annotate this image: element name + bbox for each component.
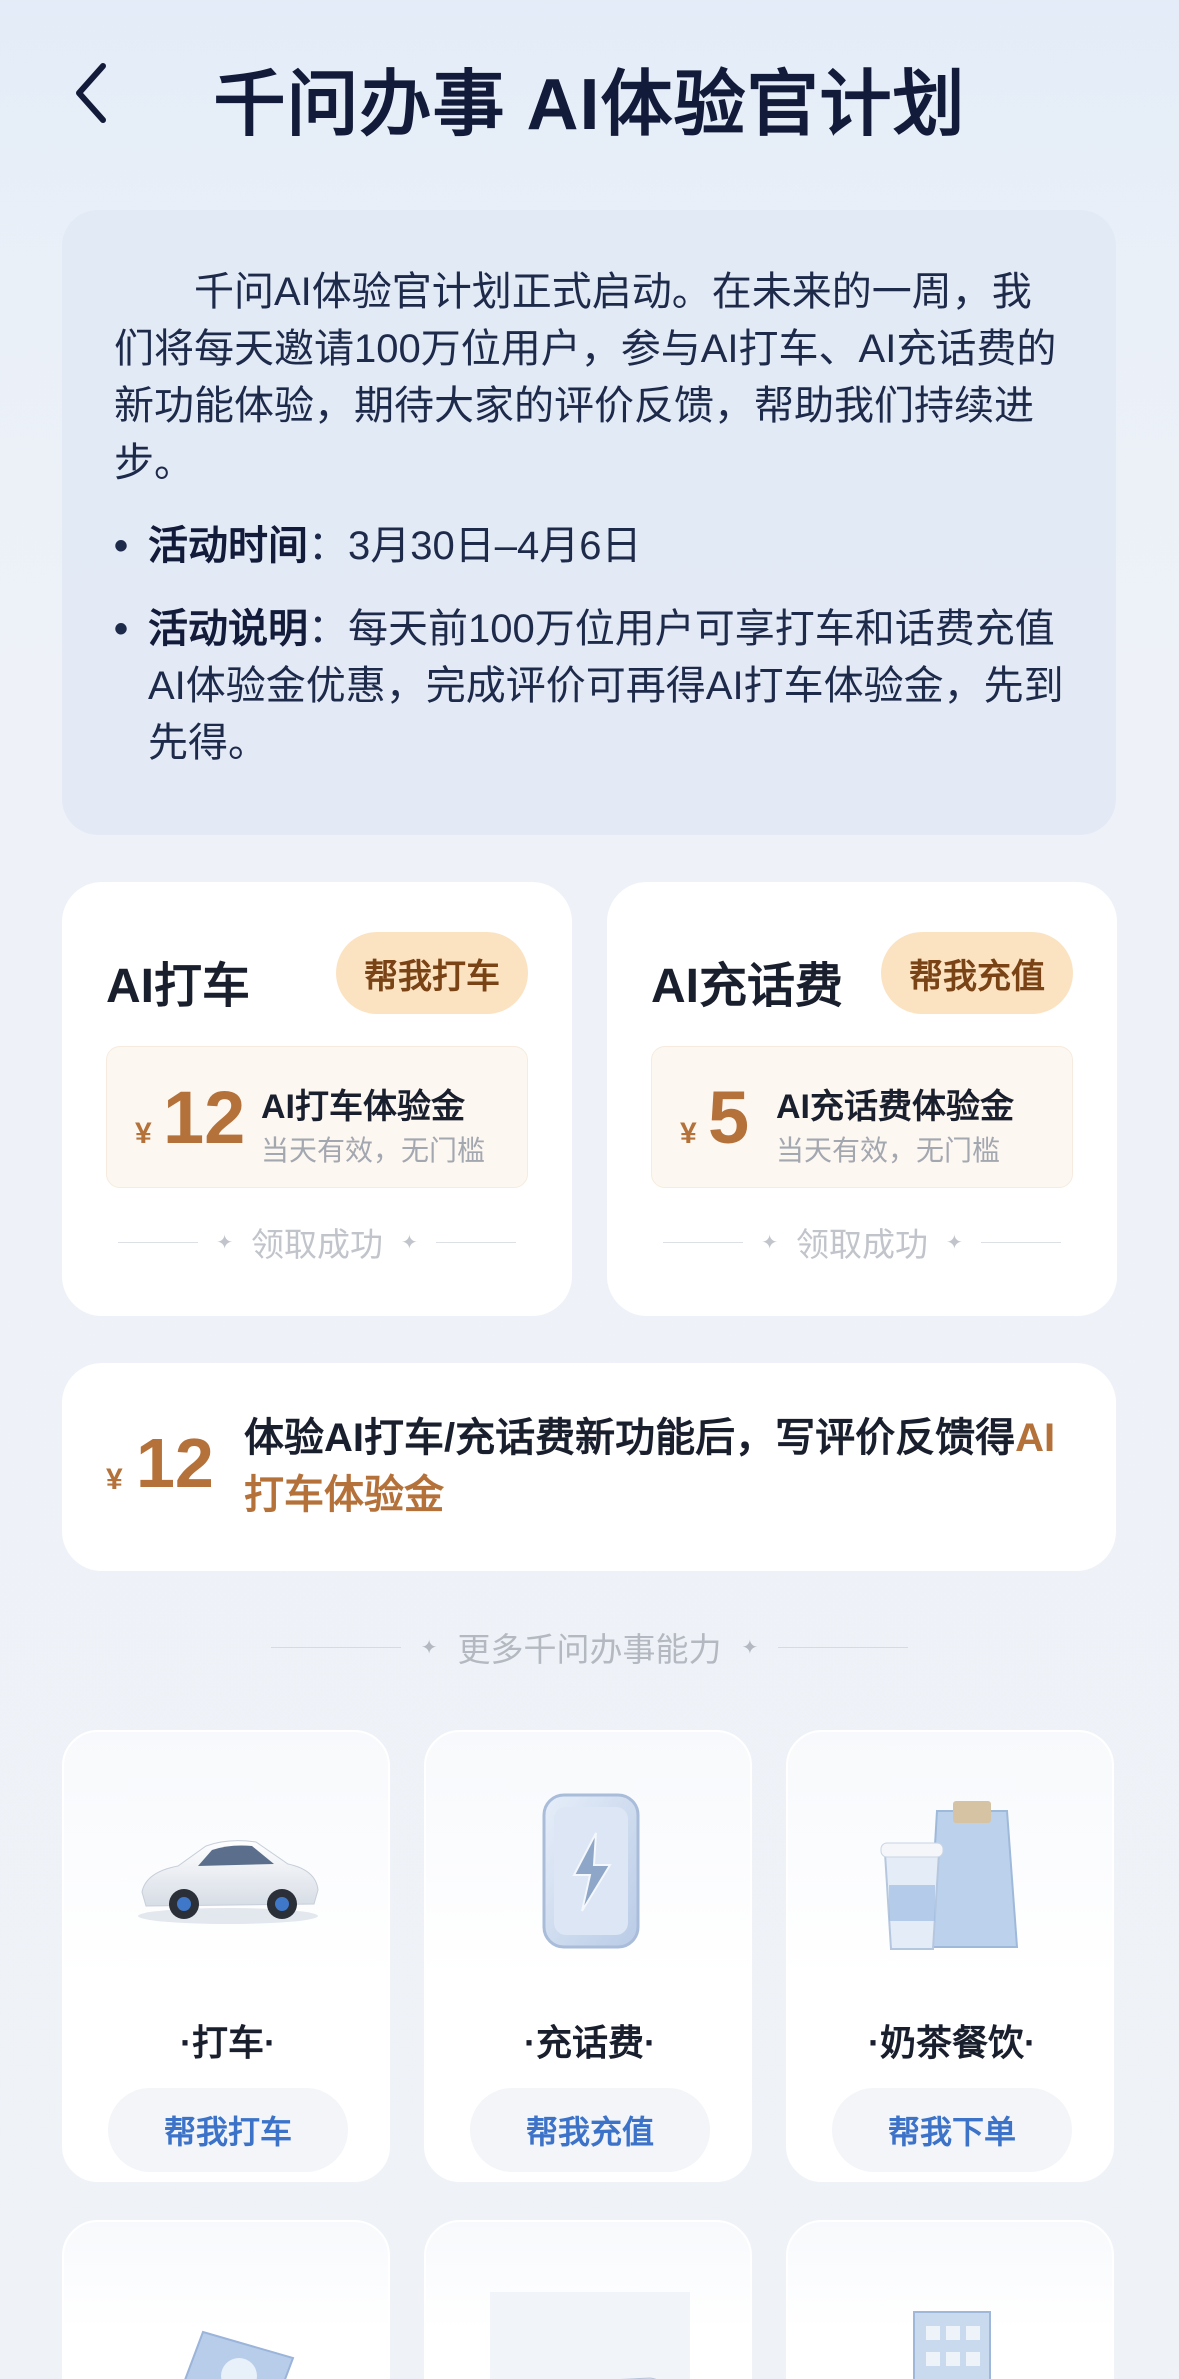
car-icon: [64, 1772, 392, 1972]
service-name: ·奶茶餐饮·: [868, 2022, 1036, 2063]
coupon-desc: 当天有效，无门槛: [261, 1135, 486, 1166]
bullet-dot: •: [114, 607, 129, 651]
service-name: ·打车·: [180, 2022, 276, 2063]
yen-symbol: ¥: [135, 1117, 152, 1150]
activity-description: • 活动说明：每天前100万位用户可享打车和话费充值AI体验金优惠，完成评价可再…: [114, 601, 1064, 772]
phone-help-button[interactable]: 帮我充值: [881, 932, 1073, 1014]
service-tile-train[interactable]: [424, 2220, 752, 2379]
service-tile-milk-tea[interactable]: ·奶茶餐饮· 帮我下单: [786, 1730, 1114, 2182]
claim-status-text: 领取成功: [796, 1226, 928, 1263]
activity-time-label: 活动时间: [148, 524, 308, 568]
review-text: 体验AI打车/充话费新功能后，写评价反馈得AI打车体验金: [244, 1416, 1056, 1517]
activity-desc-label: 活动说明: [148, 607, 308, 651]
coupon-amount: 12: [163, 1076, 246, 1159]
service-tile-ride[interactable]: ·打车· 帮我打车: [62, 1730, 390, 2182]
review-amount: 12: [136, 1424, 214, 1502]
phone-card: AI充话费 帮我充值 ¥ 5 AI充话费体验金 当天有效，无门槛 ✦ 领取成功 …: [607, 882, 1117, 1316]
page-title: 千问办事 AI体验官计划: [213, 65, 966, 145]
phone-coupon: ¥ 5 AI充话费体验金 当天有效，无门槛: [651, 1046, 1073, 1188]
sparkle-icon: ✦: [401, 1231, 418, 1254]
intro-lead: 千问AI体验官计划正式启动。在未来的一周，我们将每天邀请100万位用户，参与AI…: [114, 270, 1057, 485]
service-milk-tea-button[interactable]: 帮我下单: [832, 2088, 1072, 2172]
header: 千问办事 AI体验官计划: [0, 0, 1179, 190]
coupon-name: AI打车体验金: [261, 1088, 465, 1126]
intro-panel: 千问AI体验官计划正式启动。在未来的一周，我们将每天邀请100万位用户，参与AI…: [62, 210, 1116, 835]
ride-card: AI打车 帮我打车 ¥ 12 AI打车体验金 当天有效，无门槛 ✦ 领取成功 ✦: [62, 882, 572, 1316]
coupon-desc: 当天有效，无门槛: [776, 1135, 1001, 1166]
phone-card-title: AI充话费: [651, 960, 844, 1013]
sparkle-icon: ✦: [741, 1636, 759, 1659]
coupon-name: AI充话费体验金: [776, 1088, 1014, 1126]
ride-coupon: ¥ 12 AI打车体验金 当天有效，无门槛: [106, 1046, 528, 1188]
claim-status: ✦ 领取成功 ✦: [106, 1222, 528, 1263]
sparkle-icon: ✦: [420, 1636, 438, 1659]
sparkle-icon: ✦: [216, 1231, 233, 1254]
more-section-title: 更多千问办事能力: [457, 1631, 722, 1668]
service-tile-phone[interactable]: ·充话费· 帮我充值: [424, 1730, 752, 2182]
train-icon: [426, 2262, 754, 2379]
ride-help-button[interactable]: 帮我打车: [336, 932, 528, 1014]
service-tile-hotel[interactable]: [786, 2220, 1114, 2379]
more-section-divider: ✦ 更多千问办事能力 ✦: [0, 1622, 1179, 1672]
review-reward-card[interactable]: ¥ 12 体验AI打车/充话费新功能后，写评价反馈得AI打车体验金: [62, 1363, 1116, 1571]
coupon-amount: 5: [708, 1076, 750, 1159]
service-ride-button[interactable]: 帮我打车: [108, 2088, 348, 2172]
service-tile-ticket[interactable]: [62, 2220, 390, 2379]
activity-time-value: ：3月30日–4月6日: [308, 524, 642, 568]
sparkle-icon: ✦: [761, 1231, 778, 1254]
bullet-dot: •: [114, 524, 129, 568]
ride-card-title: AI打车: [106, 960, 251, 1013]
yen-symbol: ¥: [106, 1463, 123, 1496]
service-name: ·充话费·: [524, 2022, 656, 2063]
hotel-icon: [788, 2262, 1116, 2379]
milk-tea-icon: [788, 1772, 1116, 1972]
yen-symbol: ¥: [680, 1117, 697, 1150]
claim-status-text: 领取成功: [251, 1226, 383, 1263]
activity-time: • 活动时间：3月30日–4月6日: [114, 518, 1064, 575]
ticket-icon: [64, 2262, 392, 2379]
claim-status: ✦ 领取成功 ✦: [651, 1222, 1073, 1263]
phone-charge-icon: [426, 1772, 754, 1972]
sparkle-icon: ✦: [946, 1231, 963, 1254]
service-phone-button[interactable]: 帮我充值: [470, 2088, 710, 2172]
